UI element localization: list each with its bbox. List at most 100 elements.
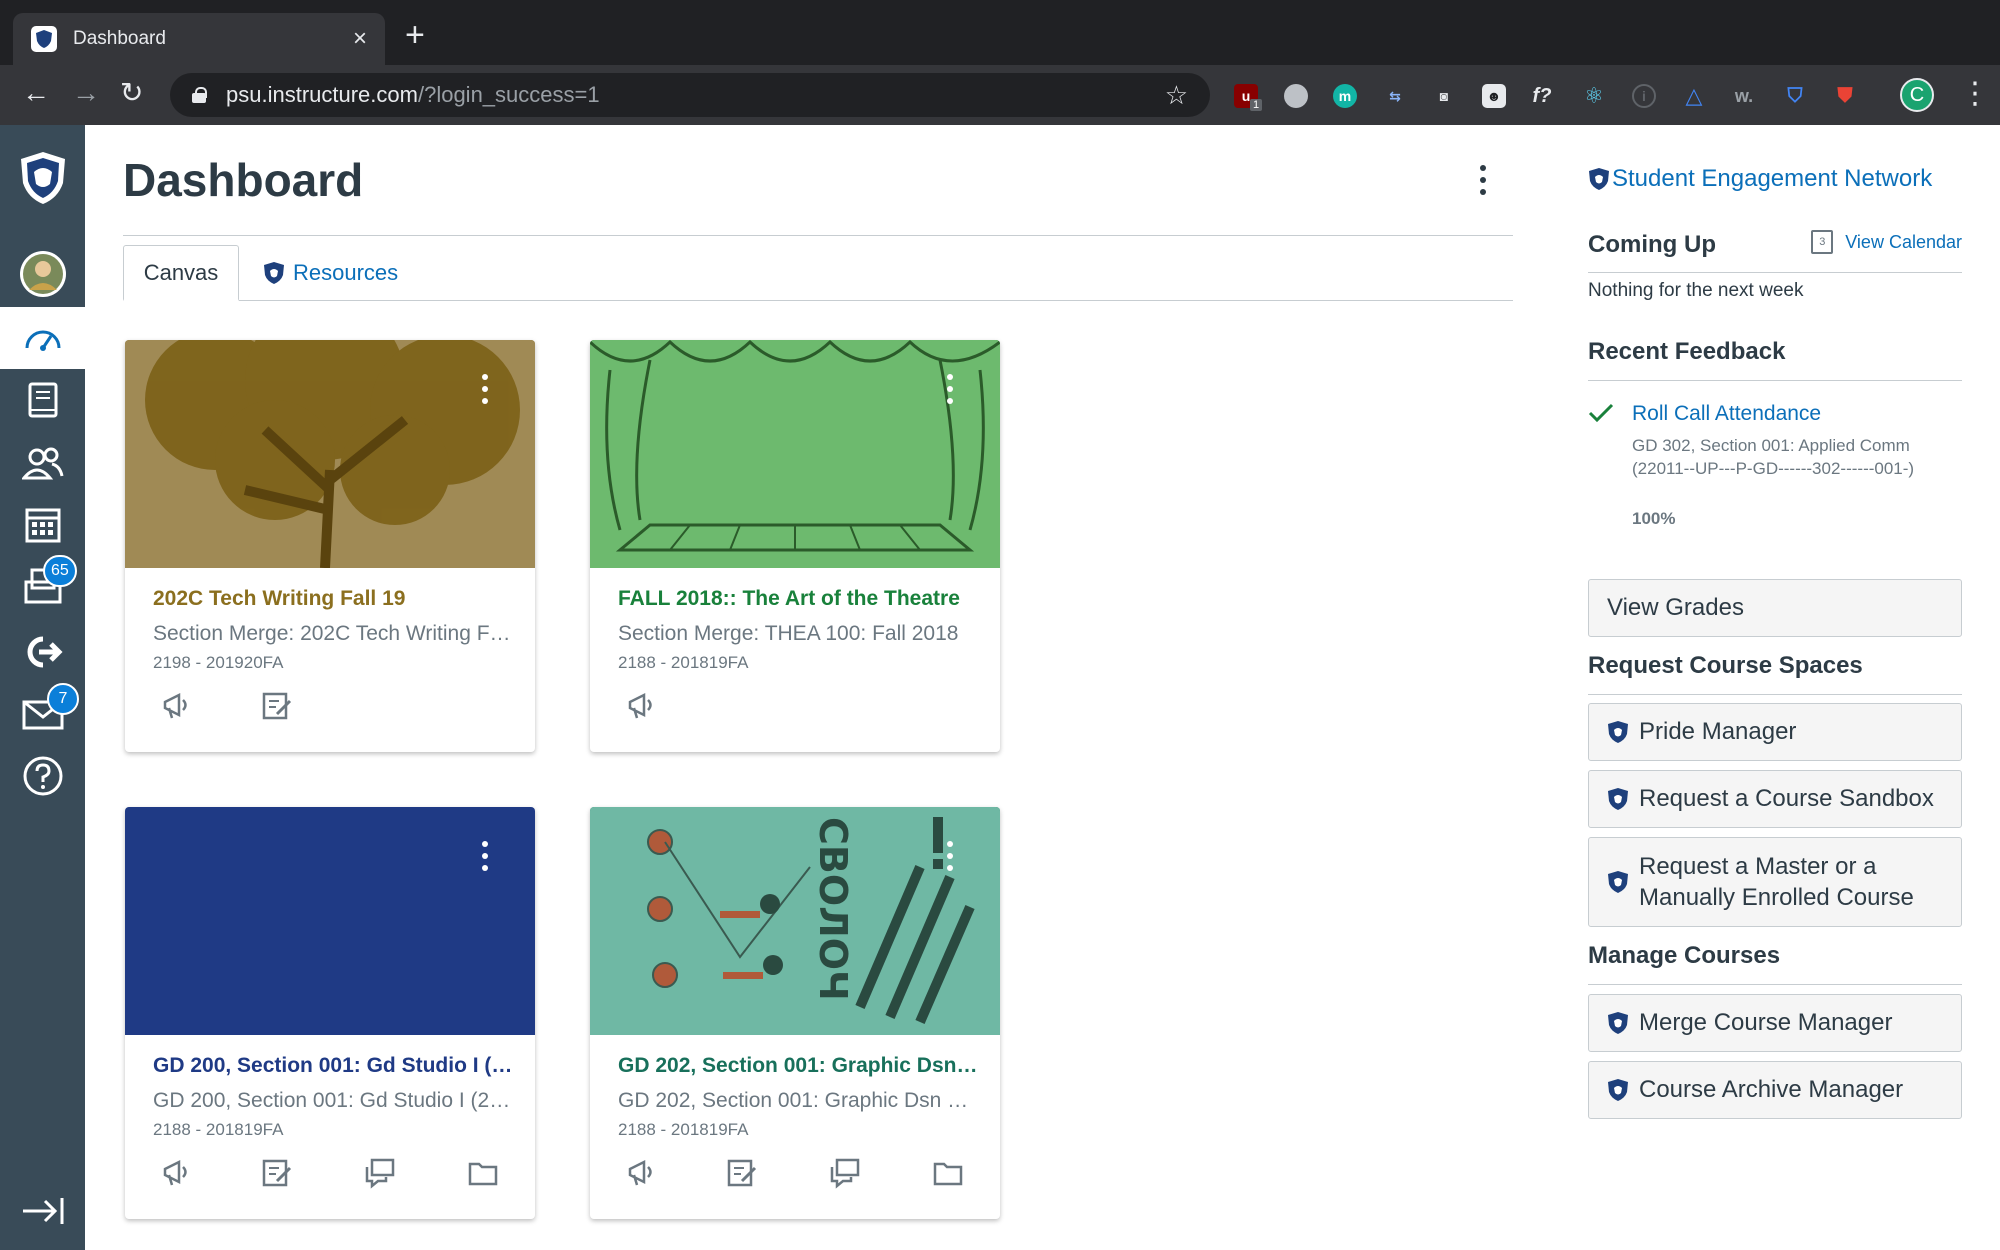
tab-resources-label: Resources [293, 260, 399, 285]
course-title[interactable]: GD 200, Section 001: Gd Studio I (22011 [153, 1054, 513, 1078]
privacy-shield-extension-icon[interactable]: ⛊ [1833, 84, 1857, 108]
avatar-icon [19, 251, 66, 297]
fonts-extension-icon[interactable]: f? [1530, 84, 1554, 108]
course-term: 2188 - 201819FA [618, 1120, 749, 1139]
psu-logo[interactable] [0, 145, 85, 211]
request-master-course-label: Request a Master or a Manually Enrolled … [1639, 853, 1914, 911]
request-master-course-button[interactable]: Request a Master or a Manually Enrolled … [1588, 837, 1962, 927]
commons-arrow-icon [27, 636, 63, 668]
nav-commons[interactable] [0, 621, 85, 683]
card-options-icon[interactable] [945, 841, 955, 877]
course-term: 2198 - 201920FA [153, 653, 284, 672]
files-folder-icon[interactable] [467, 1157, 499, 1189]
new-tab-icon[interactable]: + [405, 18, 425, 52]
assignments-icon[interactable] [726, 1157, 758, 1189]
course-card-hero[interactable]: СВОЛОЧ [590, 807, 1000, 1035]
card-options-icon[interactable] [480, 374, 490, 410]
nav-groups[interactable] [0, 432, 85, 494]
request-spaces-divider [1588, 694, 1962, 695]
request-course-sandbox-label: Request a Course Sandbox [1639, 785, 1934, 812]
extension-m-icon[interactable]: m [1333, 84, 1357, 108]
nav-account[interactable] [0, 243, 85, 305]
bitwarden-extension-icon[interactable]: ⛉ [1783, 84, 1807, 108]
poster-image-icon: СВОЛОЧ [590, 807, 1000, 1035]
course-title[interactable]: GD 202, Section 001: Graphic Dsn Hist [618, 1054, 978, 1078]
pride-manager-button[interactable]: Pride Manager [1588, 703, 1962, 761]
merge-course-manager-label: Merge Course Manager [1639, 1009, 1893, 1036]
nav-help[interactable] [0, 745, 85, 807]
request-course-spaces-heading: Request Course Spaces [1588, 652, 1863, 679]
tree-image-icon [125, 340, 535, 569]
address-bar[interactable]: psu.instructure.com /?login_success=1 ☆ [170, 73, 1210, 117]
psu-shield-icon [1608, 788, 1628, 810]
assignments-icon[interactable] [261, 690, 293, 722]
inbox-count-badge: 7 [47, 683, 79, 715]
announcements-megaphone-icon[interactable] [626, 1157, 658, 1189]
back-icon[interactable]: ← [22, 79, 50, 107]
request-course-sandbox-button[interactable]: Request a Course Sandbox [1588, 770, 1962, 828]
dashboard-tabs: Canvas Resources [123, 245, 1513, 301]
assignments-icon[interactable] [261, 1157, 293, 1189]
manage-courses-divider [1588, 984, 1962, 985]
discussions-icon[interactable] [364, 1157, 396, 1189]
coming-up-divider [1588, 272, 1962, 273]
forward-icon[interactable]: → [72, 79, 100, 107]
nav-dashboard[interactable] [0, 307, 85, 369]
extension-circle-icon[interactable] [1284, 84, 1308, 108]
global-navigation: 65 7 [0, 125, 85, 1250]
psu-shield-icon [1608, 1079, 1628, 1101]
tab-resources[interactable]: Resources [263, 245, 398, 301]
announcements-megaphone-icon[interactable] [161, 690, 193, 722]
panda-extension-icon[interactable]: ☻ [1482, 84, 1506, 108]
ublock-count: 1 [1250, 99, 1263, 111]
camera-extension-icon[interactable]: ◙ [1432, 84, 1456, 108]
courses-book-icon [28, 382, 57, 418]
course-card-hero[interactable] [125, 340, 535, 569]
nav-courses[interactable] [0, 370, 85, 432]
dashboard-options-icon[interactable] [1478, 165, 1488, 201]
course-title[interactable]: FALL 2018:: The Art of the Theatre [618, 587, 978, 611]
course-title[interactable]: 202C Tech Writing Fall 19 [153, 587, 513, 611]
course-archive-manager-label: Course Archive Manager [1639, 1076, 1904, 1103]
merge-course-manager-button[interactable]: Merge Course Manager [1588, 994, 1962, 1052]
course-card-hero[interactable] [590, 340, 1000, 568]
course-card-hero[interactable] [125, 807, 535, 1035]
nav-calendar[interactable] [0, 493, 85, 555]
course-card[interactable]: 202C Tech Writing Fall 19 Section Merge:… [125, 340, 535, 752]
tab-canvas[interactable]: Canvas [123, 245, 239, 301]
close-tab-icon[interactable]: × [353, 25, 367, 53]
info-extension-icon[interactable]: i [1632, 84, 1656, 108]
collapse-arrow-icon [22, 1198, 63, 1224]
extension-link-icon[interactable]: ⇆ [1383, 84, 1407, 108]
profile-avatar[interactable]: C [1900, 78, 1934, 112]
files-folder-icon[interactable] [932, 1157, 964, 1189]
course-archive-manager-button[interactable]: Course Archive Manager [1588, 1061, 1962, 1119]
browser-menu-icon[interactable]: ⋮ [1960, 79, 1990, 109]
student-engagement-network-label: Student Engagement Network [1612, 165, 1933, 192]
card-options-icon[interactable] [945, 374, 955, 410]
feedback-score: 100% [1632, 509, 1676, 528]
course-card[interactable]: GD 200, Section 001: Gd Studio I (22011 … [125, 807, 535, 1219]
card-options-icon[interactable] [480, 841, 490, 877]
view-grades-button[interactable]: View Grades [1588, 579, 1962, 637]
tab-title: Dashboard [73, 28, 166, 49]
nav-collapse[interactable] [0, 1180, 85, 1242]
bookmark-star-icon[interactable]: ☆ [1165, 80, 1188, 111]
view-calendar-label: View Calendar [1845, 231, 1962, 252]
canvas-favicon-icon [31, 26, 57, 52]
browser-tab[interactable]: Dashboard × [13, 13, 385, 65]
announcements-megaphone-icon[interactable] [626, 690, 658, 722]
react-extension-icon[interactable]: ⚛ [1582, 83, 1606, 108]
feedback-assignment-link[interactable]: Roll Call Attendance [1632, 402, 1821, 426]
course-card[interactable]: FALL 2018:: The Art of the Theatre Secti… [590, 340, 1000, 752]
drive-extension-icon[interactable]: △ [1682, 83, 1706, 108]
psu-shield-icon [1589, 168, 1609, 190]
w-extension-icon[interactable]: w. [1732, 84, 1756, 108]
discussions-icon[interactable] [829, 1157, 861, 1189]
course-term: 2188 - 201819FA [618, 653, 749, 672]
course-card[interactable]: СВОЛОЧ GD 202, Section 001: Graphic Dsn … [590, 807, 1000, 1219]
student-engagement-network-link[interactable]: Student Engagement Network [1588, 165, 1932, 193]
announcements-megaphone-icon[interactable] [161, 1157, 193, 1189]
view-calendar-link[interactable]: 3 View Calendar [1811, 230, 1962, 254]
reload-icon[interactable]: ↻ [120, 79, 143, 107]
